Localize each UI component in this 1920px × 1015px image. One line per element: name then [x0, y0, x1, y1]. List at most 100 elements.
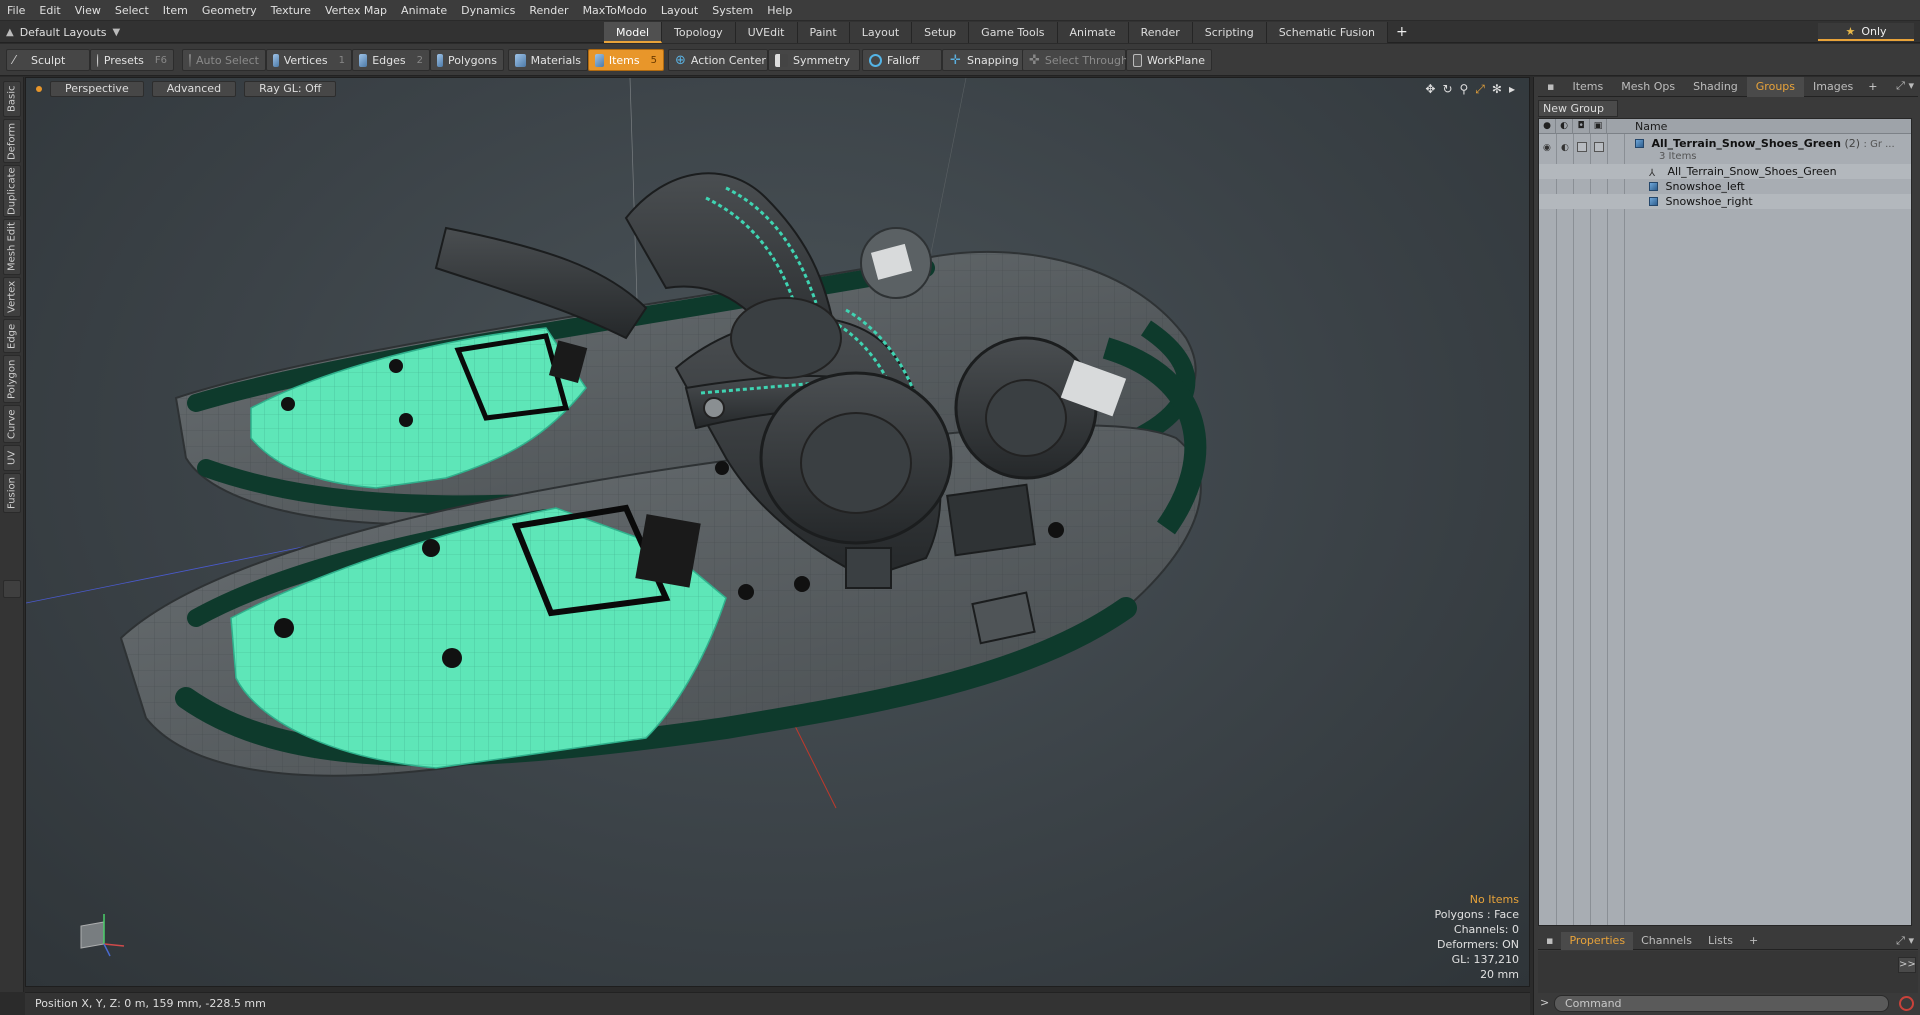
lock-column-icon[interactable]: ◘ [1573, 118, 1590, 134]
command-row: > [1538, 995, 1918, 1013]
tab-schematic-fusion[interactable]: Schematic Fusion [1266, 22, 1389, 43]
menu-vertex-map[interactable]: Vertex Map [318, 0, 394, 21]
falloff-button[interactable]: Falloff [862, 49, 942, 71]
left-tab-basic[interactable]: Basic [3, 81, 21, 117]
left-tab-polygon[interactable]: Polygon [3, 355, 21, 403]
render-column-icon[interactable]: ◐ [1556, 118, 1573, 134]
viewport-header: Perspective Advanced Ray GL: Off [36, 81, 337, 97]
visibility-column-icon[interactable]: ● [1539, 118, 1556, 134]
left-tab-fusion[interactable]: Fusion [3, 473, 21, 513]
add-lower-tab-button[interactable]: + [1741, 932, 1766, 950]
polygons-button[interactable]: Polygons [430, 49, 504, 71]
tab-setup[interactable]: Setup [912, 22, 970, 43]
left-panel-toggle[interactable] [3, 580, 21, 598]
viewport-expand-icon[interactable]: ▸ [1509, 82, 1515, 97]
panel-handle-icon[interactable]: ▪ [1538, 932, 1561, 950]
lock-checkbox[interactable] [1577, 142, 1587, 152]
tab-mesh-ops[interactable]: Mesh Ops [1612, 77, 1684, 97]
select-column-icon[interactable]: ▣ [1590, 118, 1607, 134]
add-tab-button[interactable]: + [1388, 22, 1416, 43]
menu-layout[interactable]: Layout [654, 0, 705, 21]
select-checkbox[interactable] [1594, 142, 1604, 152]
workplane-button[interactable]: WorkPlane [1126, 49, 1212, 71]
left-tab-edge[interactable]: Edge [3, 319, 21, 353]
left-tab-duplicate[interactable]: Duplicate [3, 165, 21, 217]
menu-geometry[interactable]: Geometry [195, 0, 264, 21]
name-column-header[interactable]: Name [1635, 119, 1667, 134]
menu-item[interactable]: Item [156, 0, 195, 21]
menu-texture[interactable]: Texture [264, 0, 318, 21]
expand-arrows-icon[interactable]: >> [1898, 957, 1916, 973]
panel-maximize-icon[interactable]: ⤢ ▾ [1896, 79, 1914, 93]
eye-icon[interactable]: ◉ [1543, 141, 1551, 156]
menu-select[interactable]: Select [108, 0, 156, 21]
left-tab-deform[interactable]: Deform [3, 119, 21, 163]
menu-system[interactable]: System [705, 0, 760, 21]
tree-row-locator[interactable]: ⅄ All_Terrain_Snow_Shoes_Green [1539, 164, 1911, 179]
snapping-button[interactable]: ✛ Snapping [942, 49, 1028, 71]
zoom-view-icon[interactable]: ⚲ [1460, 82, 1469, 97]
tab-model[interactable]: Model [604, 22, 663, 43]
tab-uvedit[interactable]: UVEdit [735, 22, 798, 43]
menu-dynamics[interactable]: Dynamics [454, 0, 522, 21]
move-view-icon[interactable]: ✥ [1425, 82, 1435, 97]
left-tab-mesh-edit[interactable]: Mesh Edit [3, 219, 21, 275]
tab-lists[interactable]: Lists [1700, 932, 1741, 950]
menu-help[interactable]: Help [760, 0, 799, 21]
menu-file[interactable]: File [0, 0, 32, 21]
tab-shading[interactable]: Shading [1684, 77, 1747, 97]
tab-groups[interactable]: Groups [1746, 76, 1805, 97]
sculpt-button[interactable]: ⁄ Sculpt [6, 49, 90, 71]
menu-view[interactable]: View [68, 0, 108, 21]
tab-scripting[interactable]: Scripting [1192, 22, 1267, 43]
record-macro-icon[interactable] [1899, 996, 1914, 1011]
left-tab-vertex[interactable]: Vertex [3, 277, 21, 317]
tab-animate[interactable]: Animate [1057, 22, 1129, 43]
presets-button[interactable]: Presets F6 [90, 49, 174, 71]
viewport-settings-icon[interactable]: ✻ [1492, 82, 1502, 97]
menu-render[interactable]: Render [522, 0, 575, 21]
3d-viewport[interactable]: Perspective Advanced Ray GL: Off ✥ ↻ ⚲ ⤢… [25, 77, 1530, 987]
new-group-button[interactable]: New Group [1538, 100, 1618, 117]
panel-handle-icon[interactable]: ▪ [1538, 77, 1563, 97]
tab-paint[interactable]: Paint [797, 22, 850, 43]
left-tab-curve[interactable]: Curve [3, 405, 21, 443]
symmetry-button[interactable]: Symmetry [768, 49, 860, 71]
command-input[interactable] [1554, 995, 1889, 1012]
rotate-view-icon[interactable]: ↻ [1442, 82, 1452, 97]
tab-properties[interactable]: Properties [1561, 931, 1634, 950]
tree-row-group[interactable]: ◉ ◐ All_Terrain_Snow_Shoes_Green (2) : G… [1539, 136, 1911, 164]
collapse-arrow-icon[interactable]: ▲ [6, 27, 14, 38]
tab-game-tools[interactable]: Game Tools [969, 22, 1058, 43]
layout-dropdown[interactable]: ▲ Default Layouts ▼ [6, 23, 120, 41]
tab-topology[interactable]: Topology [662, 22, 736, 43]
raygl-button[interactable]: Ray GL: Off [244, 81, 337, 97]
only-button[interactable]: ★ Only [1818, 23, 1914, 41]
tree-row-snowshoe-right[interactable]: Snowshoe_right [1539, 194, 1911, 209]
tree-row-snowshoe-left[interactable]: Snowshoe_left [1539, 179, 1911, 194]
items-button[interactable]: Items 5 [588, 49, 664, 71]
shading-mode-button[interactable]: Advanced [151, 81, 237, 97]
select-through-button[interactable]: ✜ Select Through [1022, 49, 1128, 71]
edges-button[interactable]: Edges 2 [352, 49, 430, 71]
left-tab-uv[interactable]: UV [3, 445, 21, 471]
add-panel-tab-button[interactable]: + [1862, 80, 1883, 93]
menu-animate[interactable]: Animate [394, 0, 454, 21]
auto-select-button[interactable]: Auto Select [182, 49, 266, 71]
fit-view-icon[interactable]: ⤢ [1475, 82, 1485, 97]
tab-render[interactable]: Render [1128, 22, 1193, 43]
lower-panel-maximize-icon[interactable]: ⤢ ▾ [1896, 934, 1914, 948]
tab-channels[interactable]: Channels [1633, 932, 1700, 950]
tab-items[interactable]: Items [1563, 77, 1612, 97]
materials-button[interactable]: Materials [508, 49, 588, 71]
menu-edit[interactable]: Edit [32, 0, 67, 21]
tab-images[interactable]: Images [1804, 77, 1862, 97]
vertices-button[interactable]: Vertices 1 [266, 49, 352, 71]
viewport-options-dot[interactable] [36, 86, 42, 92]
action-center-button[interactable]: ⊕ Action Center [668, 49, 768, 71]
menu-maxtomodo[interactable]: MaxToModo [576, 0, 654, 21]
chevron-down-icon: ▼ [112, 26, 121, 38]
tab-layout[interactable]: Layout [849, 22, 913, 43]
view-mode-button[interactable]: Perspective [50, 81, 144, 97]
render-toggle-icon[interactable]: ◐ [1561, 141, 1569, 156]
